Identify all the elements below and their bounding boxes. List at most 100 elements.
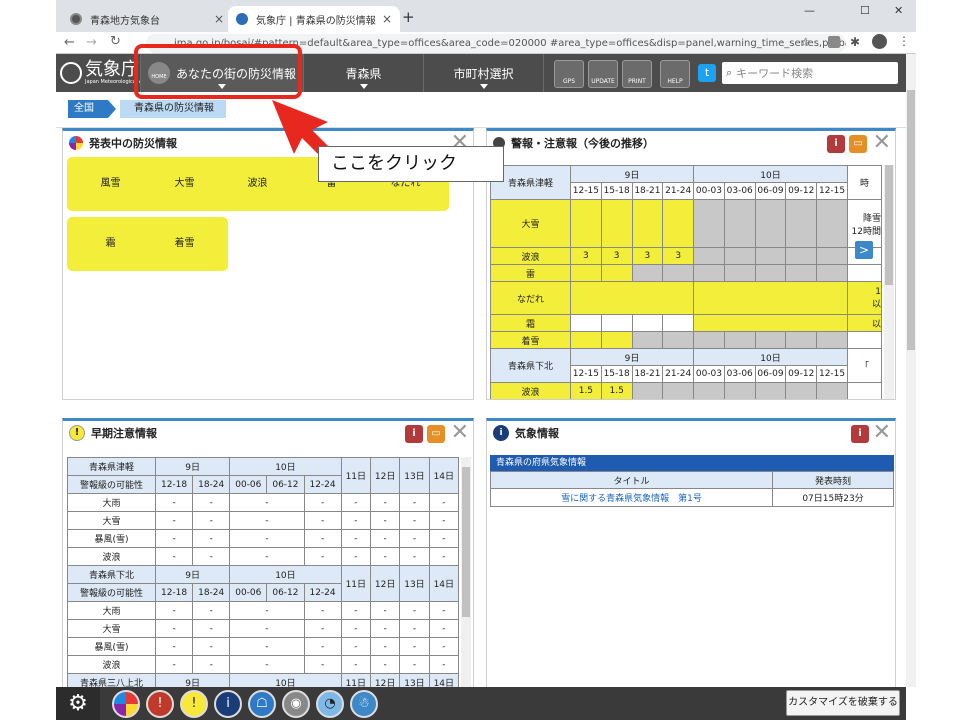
page-scrollbar[interactable] [906, 54, 916, 687]
warnings-shortcut-icon[interactable] [112, 690, 140, 718]
trunc-header: 「 [847, 348, 882, 383]
warning-item[interactable]: 着雪 [141, 217, 228, 271]
info-icon[interactable]: i [405, 425, 423, 443]
jma-favicon-icon [236, 13, 248, 25]
hour-header: 06-12 [266, 583, 305, 602]
panel-title: ! 早期注意情報 [69, 425, 157, 441]
hour-header: 06-09 [754, 182, 787, 200]
discard-customize-button[interactable]: カスタマイズを破棄する [786, 690, 900, 716]
tab-aomori-office[interactable]: 青森地方気象台 × [62, 6, 232, 32]
day-header: 12日 [369, 457, 401, 494]
day-header: 10日 [693, 348, 848, 366]
day-header: 12日 [369, 565, 401, 602]
breadcrumb-home-link[interactable]: 全国 [68, 100, 108, 118]
tab-close-icon[interactable]: × [214, 12, 224, 26]
star-icon[interactable]: ☆ [800, 35, 811, 49]
amedas-shortcut-icon[interactable]: ◔ [316, 690, 344, 718]
publish-time: 07日15時23分 [772, 488, 894, 507]
col-header: 発表時刻 [772, 471, 894, 489]
row-label: 霜 [490, 314, 571, 332]
hour-header: 00-03 [693, 182, 725, 200]
info-icon[interactable]: i [827, 135, 845, 153]
hour-header: 12-18 [154, 475, 194, 494]
area-name: 青森県下北 [490, 348, 571, 383]
menu-icon[interactable]: ⋮ [898, 34, 910, 48]
hour-header: 12-24 [303, 475, 342, 494]
possibility-label: 警報級の可能性 [67, 583, 156, 602]
weather-info-panel: i 気象情報 i ✕ 青森県の府県気象情報 タイトル 発表時刻 雪に関する青森県… [486, 418, 896, 690]
info-icon[interactable]: i [851, 425, 869, 443]
city-nav-label: 市町村選択 [453, 66, 514, 81]
radar-shortcut-icon[interactable]: ◉ [282, 690, 310, 718]
scrollbar[interactable] [461, 457, 471, 689]
minimize-button[interactable]: — [804, 4, 815, 17]
book-icon[interactable]: ▭ [427, 425, 445, 443]
print-button[interactable]: PRINT [622, 60, 652, 88]
row-label: 大雪 [67, 511, 156, 530]
close-icon[interactable]: ✕ [451, 421, 469, 445]
forecaster-shortcut-icon[interactable]: ☖ [248, 690, 276, 718]
hour-header: 15-18 [600, 182, 633, 200]
panel-title: 警報・注意報（今後の推移） [493, 135, 654, 151]
settings-gear-icon[interactable]: ⚙ [56, 687, 100, 720]
extension-icon[interactable] [828, 36, 840, 48]
day-header: 9日 [569, 165, 695, 183]
alert-shortcut-icon[interactable]: ! [146, 690, 174, 718]
chevron-down-icon [359, 84, 368, 89]
hour-header: 12-15 [816, 182, 848, 200]
new-tab-button[interactable]: + [402, 8, 415, 26]
day-header: 9日 [569, 348, 695, 366]
profile-icon[interactable] [872, 34, 887, 49]
close-icon[interactable]: ✕ [873, 131, 891, 155]
snow-shortcut-icon[interactable]: ☃ [350, 690, 378, 718]
weather-info-link[interactable]: 雪に関する青森県気象情報 第1号 [490, 488, 773, 507]
reload-icon[interactable]: ↻ [110, 34, 121, 49]
twitter-icon[interactable]: t [698, 64, 716, 82]
hour-header: 18-21 [631, 182, 664, 200]
puzzle-icon[interactable]: ✱ [850, 35, 860, 49]
bottom-toolbar: ⚙ ! ! i ☖ ◉ ◔ ☃ カスタマイズを破棄する [56, 687, 906, 720]
day-header: 10日 [693, 165, 848, 183]
row-label: 波浪 [490, 382, 571, 399]
warning-colors-icon [69, 136, 83, 150]
close-icon[interactable]: ✕ [873, 421, 891, 445]
timeseries-table: 青森県津軽 9日 10日 時 12-15 15-18 18-21 21-24 0… [490, 165, 882, 399]
next-arrow-button[interactable]: > [855, 241, 873, 259]
hour-header: 00-06 [229, 583, 268, 602]
hour-header: 12-15 [816, 365, 848, 383]
scrollbar[interactable] [884, 165, 894, 399]
back-icon[interactable]: ← [64, 35, 75, 50]
hour-header: 09-12 [785, 182, 818, 200]
maximize-button[interactable]: ☐ [860, 4, 870, 17]
exclamation-icon: ! [69, 425, 85, 441]
day-header: 13日 [399, 457, 430, 494]
tab-jma-aomori[interactable]: 気象庁 | 青森県の防災情報 × [228, 6, 400, 32]
forward-icon[interactable]: → [86, 35, 97, 50]
search-input[interactable]: ⌕ キーワード検索 [722, 62, 898, 84]
help-button[interactable]: HELP [660, 60, 690, 88]
col-header: タイトル [490, 471, 773, 489]
book-icon[interactable]: ▭ [849, 135, 867, 153]
search-icon: ⌕ [726, 66, 733, 79]
area-name: 青森県下北 [67, 565, 156, 584]
early-warning-shortcut-icon[interactable]: ! [180, 690, 208, 718]
breadcrumb-current: 青森県の防災情報 [120, 100, 226, 118]
hour-header: 09-12 [785, 365, 818, 383]
row-label: 暴風(雪) [67, 529, 156, 548]
gps-button[interactable]: GPS [554, 60, 584, 88]
highlight-box [134, 44, 302, 99]
tab-title: 青森地方気象台 [90, 15, 160, 27]
hour-header: 21-24 [662, 365, 695, 383]
tab-close-icon[interactable]: × [382, 12, 392, 26]
pref-nav-label: 青森県 [345, 66, 382, 81]
hour-header: 12-15 [570, 182, 602, 200]
city-nav-button[interactable]: 市町村選択 [424, 54, 544, 92]
breadcrumb-arrow [108, 100, 116, 118]
browser-tabbar: 青森地方気象台 × 気象庁 | 青森県の防災情報 × + — ☐ ✕ [56, 0, 916, 32]
weather-info-shortcut-icon[interactable]: i [214, 690, 242, 718]
hour-header: 00-03 [693, 365, 725, 383]
close-window-button[interactable]: ✕ [894, 4, 903, 17]
jma-logo-icon [60, 62, 82, 84]
update-button[interactable]: UPDATE [588, 60, 618, 88]
pref-nav-button[interactable]: 青森県 [304, 54, 424, 92]
